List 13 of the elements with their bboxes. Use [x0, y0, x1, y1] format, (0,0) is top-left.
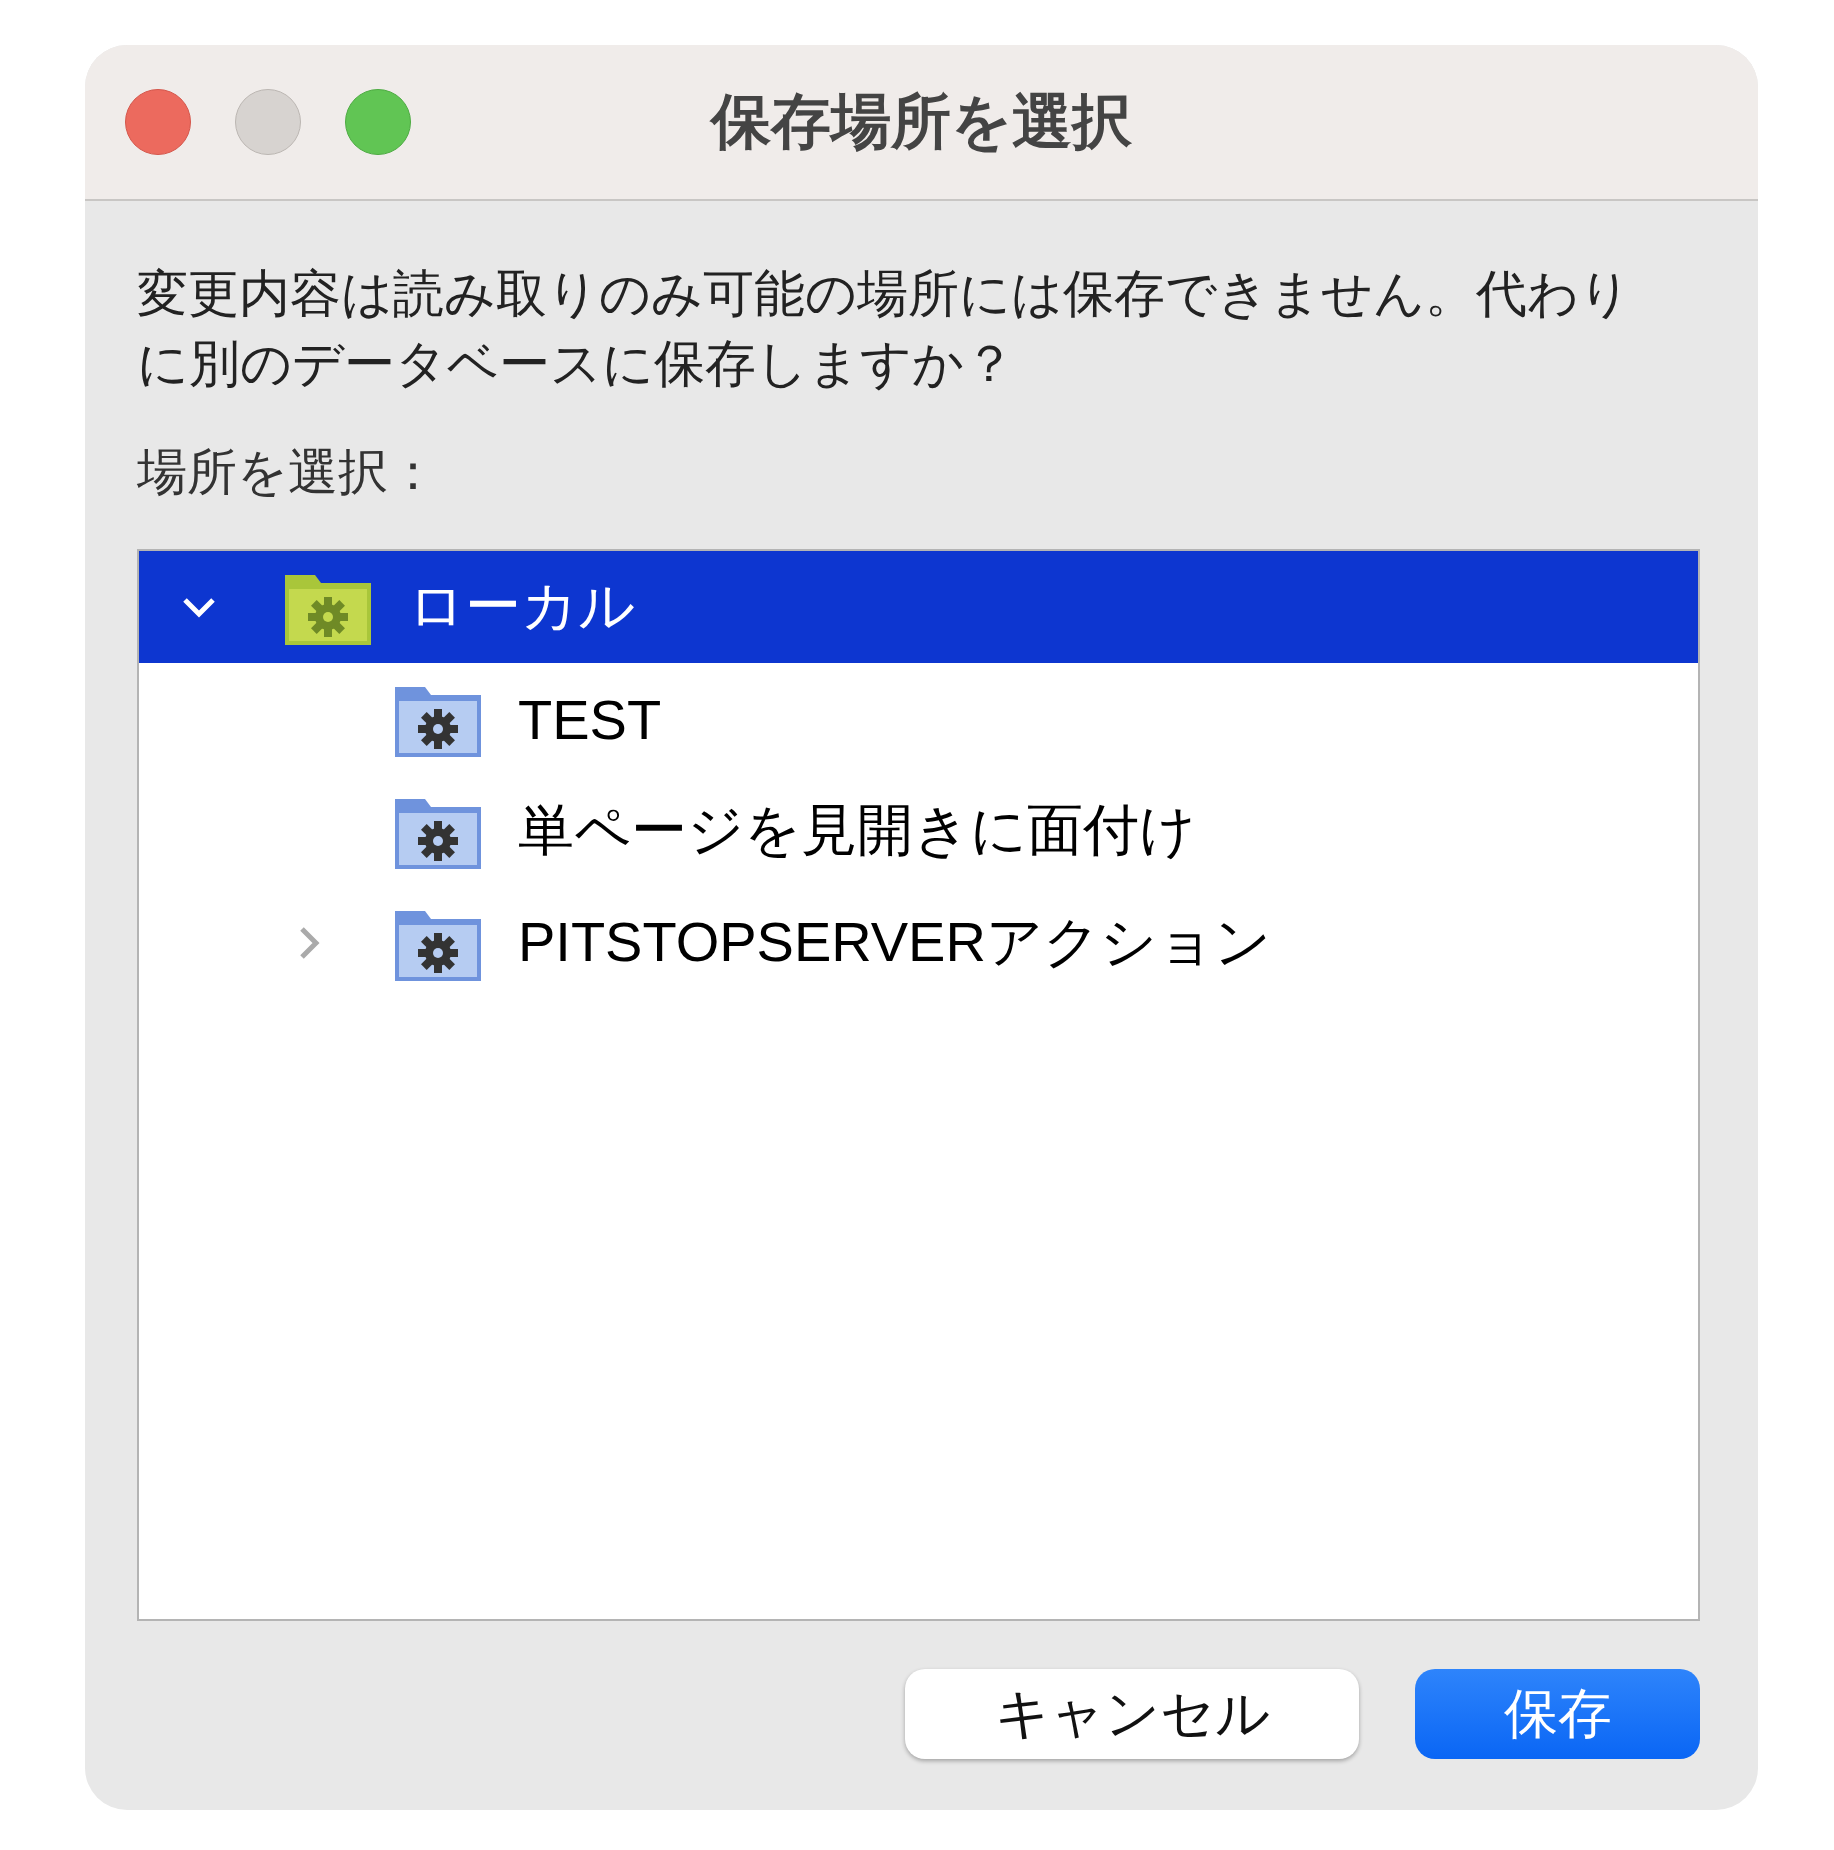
save-button[interactable]: 保存: [1415, 1669, 1700, 1759]
tree-item-label: PITSTOPSERVERアクション: [518, 909, 1271, 975]
cancel-button[interactable]: キャンセル: [905, 1669, 1359, 1759]
tree-row[interactable]: TEST: [139, 663, 1698, 775]
tree-item-label: TEST: [518, 686, 662, 752]
window-title: 保存場所を選択: [711, 86, 1132, 157]
tree-item-label: 単ページを見開きに面付け: [518, 797, 1196, 863]
tree-item-label: ローカル: [408, 573, 635, 639]
tree-row[interactable]: PITSTOPSERVERアクション: [139, 887, 1698, 999]
location-label: 場所を選択：: [137, 443, 439, 502]
tree-row[interactable]: ローカル: [139, 551, 1698, 663]
tree-row[interactable]: 単ページを見開きに面付け: [139, 775, 1698, 887]
message-text: 変更内容は読み取りのみ可能の場所には保存できません。代わりに別のデータベースに保存しますか？: [137, 264, 1632, 394]
